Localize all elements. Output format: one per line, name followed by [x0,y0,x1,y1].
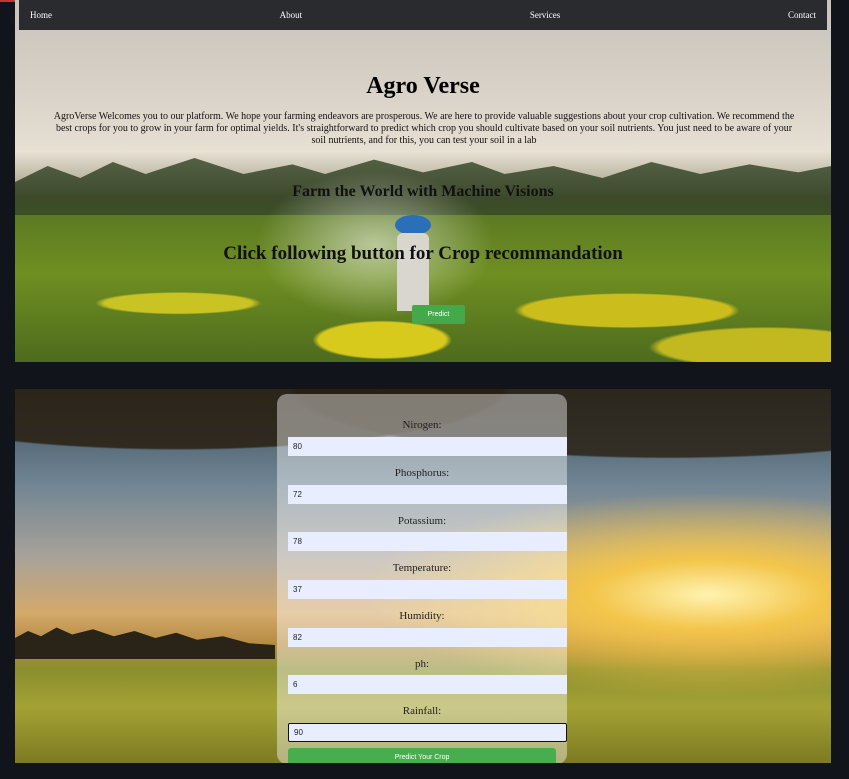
humidity-input[interactable] [288,628,567,647]
ph-label: ph: [414,658,430,670]
nitrogen-input[interactable] [288,437,567,456]
predict-crop-button[interactable]: Predict Your Crop [288,748,556,763]
rainfall-input[interactable] [288,723,567,742]
potassium-label: Potassium: [397,515,447,527]
nav-contact[interactable]: Contact [788,10,816,20]
page-title: Agro Verse [366,73,480,99]
predict-button[interactable]: Predict [412,305,465,324]
rainfall-label: Rainfall: [402,705,442,717]
tagline: Farm the World with Machine Visions [292,183,554,200]
nav-home[interactable]: Home [30,10,52,20]
temperature-label: Temperature: [392,562,452,574]
top-nav: Home About Services Contact [19,0,827,30]
nitrogen-label: Nirogen: [402,419,442,431]
humidity-label: Humidity: [399,610,445,622]
cta-heading: Click following button for Crop recomman… [223,243,623,264]
phosphorus-input[interactable] [288,485,567,504]
intro-text: AgroVerse Welcomes you to our platform. … [53,111,795,146]
prediction-section: Nirogen: Phosphorus: Potassium: Temperat… [15,389,831,763]
crop-form: Nirogen: Phosphorus: Potassium: Temperat… [277,394,567,763]
ph-input[interactable] [288,675,567,694]
nav-services[interactable]: Services [530,10,561,20]
nav-about[interactable]: About [280,10,303,20]
farmer-hat [395,215,431,235]
phosphorus-label: Phosphorus: [394,467,450,479]
temperature-input[interactable] [288,580,567,599]
potassium-input[interactable] [288,532,567,551]
hero-section: Agro Verse AgroVerse Welcomes you to our… [15,0,831,362]
